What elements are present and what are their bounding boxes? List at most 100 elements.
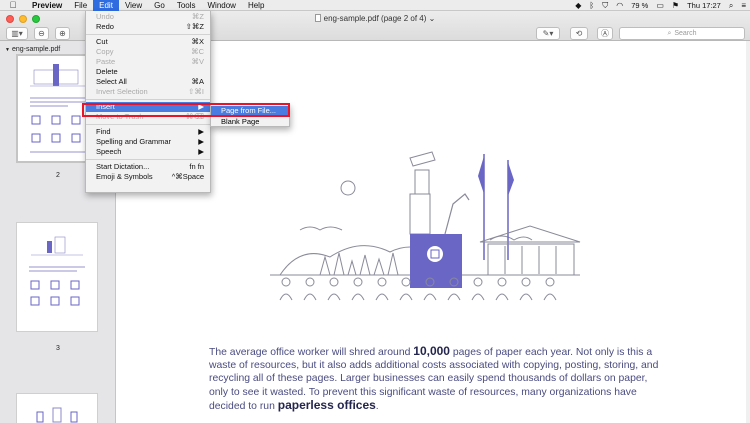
menu-item-invert-selection[interactable]: Invert Selection ⇧⌘I xyxy=(86,87,210,97)
battery-percent[interactable]: 79 % xyxy=(631,1,648,10)
edit-menu: Undo ⌘Z Redo ⇧⌘Z Cut ⌘X Copy ⌘C Paste ⌘V Dele… xyxy=(85,11,211,193)
menu-item-shortcut: ⌘X xyxy=(191,37,204,46)
menu-item-label: Undo xyxy=(96,12,114,21)
submenu-arrow-icon: ▶ xyxy=(198,147,204,156)
submenu-arrow-icon: ▶ xyxy=(198,127,204,136)
menu-separator xyxy=(86,124,210,125)
menubar:  Preview File Edit View Go Tools Window… xyxy=(0,0,750,11)
dropbox-icon[interactable]: ◆ xyxy=(575,1,581,10)
rotate-icon: ⟲ xyxy=(575,29,583,38)
menu-item-label: Cut xyxy=(96,37,108,46)
shield-icon[interactable]: ⛉ xyxy=(602,1,608,11)
search-icon: ⌕ xyxy=(667,29,672,37)
menu-item-shortcut: ⇧⌘Z xyxy=(185,22,204,31)
menu-go[interactable]: Go xyxy=(148,0,171,11)
sidebar-file-header[interactable]: ▼ eng-sample.pdf xyxy=(5,46,60,53)
menu-item-shortcut: ⌘Z xyxy=(191,12,204,21)
menu-item-spelling-grammar[interactable]: Spelling and Grammar ▶ xyxy=(86,137,210,147)
menu-item-label: Invert Selection xyxy=(96,87,148,96)
menu-item-label: Spelling and Grammar xyxy=(96,137,172,146)
insert-submenu: Page from File... Blank Page xyxy=(210,104,290,127)
menu-item-label: Insert xyxy=(96,102,115,111)
wifi-icon[interactable]: ◠ xyxy=(616,1,623,10)
menu-item-label: Move to Trash xyxy=(96,112,144,121)
menu-item-shortcut: ⌘A xyxy=(191,77,204,86)
markup-icon: Ⓐ xyxy=(601,29,609,38)
title-chevron-icon[interactable]: ⌄ xyxy=(429,14,436,23)
submenu-item-page-from-file[interactable]: Page from File... xyxy=(211,106,289,116)
menu-separator xyxy=(86,34,210,35)
page-number-3: 3 xyxy=(56,345,60,352)
search-placeholder: Search xyxy=(674,30,697,37)
sidebar-file-label: eng-sample.pdf xyxy=(11,46,61,53)
menu-item-label: Paste xyxy=(96,57,116,66)
page-thumbnail-3[interactable] xyxy=(16,222,98,332)
disclosure-triangle-icon[interactable]: ▼ xyxy=(5,47,10,53)
menu-item-label: Select All xyxy=(96,77,127,86)
menu-file[interactable]: File xyxy=(68,0,93,11)
menu-item-cut[interactable]: Cut ⌘X xyxy=(86,37,210,47)
paragraph-paperless-offices: paperless offices xyxy=(277,397,376,412)
markup-pen-button[interactable]: ✎▾ xyxy=(536,27,560,40)
menu-item-label: Speech xyxy=(96,147,122,156)
control-center-icon[interactable]: ≡ xyxy=(741,1,746,10)
menu-item-shortcut: ⌘V xyxy=(191,57,204,66)
menu-preview[interactable]: Preview xyxy=(26,0,68,11)
thumbnail-3-preview xyxy=(29,236,85,306)
window-title-text: eng-sample.pdf (page 2 of 4) xyxy=(323,14,427,23)
submenu-item-blank-page[interactable]: Blank Page xyxy=(211,117,289,127)
markup-toolbar-button[interactable]: Ⓐ xyxy=(597,27,613,40)
menu-item-label: Redo xyxy=(96,22,114,31)
menu-help[interactable]: Help xyxy=(242,0,270,11)
status-area: ◆ ᛒ ⛉ ◠ 79 % ▭ ⚑ Thu 17:27 ⌕ ≡ xyxy=(575,0,746,11)
search-input[interactable]: ⌕ Search xyxy=(619,27,745,40)
menu-item-label: Emoji & Symbols xyxy=(96,172,153,181)
pen-icon: ✎▾ xyxy=(542,29,554,38)
rotate-button[interactable]: ⟲ xyxy=(570,27,588,40)
menu-separator xyxy=(86,159,210,160)
menu-item-shortcut: ⌘⌫ xyxy=(185,112,204,121)
clock[interactable]: Thu 17:27 xyxy=(687,1,721,10)
menu-separator xyxy=(86,99,210,100)
submenu-arrow-icon: ▶ xyxy=(198,137,204,146)
page-thumbnail-4[interactable] xyxy=(16,393,98,423)
menu-tools[interactable]: Tools xyxy=(171,0,202,11)
zoom-out-icon: ⊖ xyxy=(38,29,45,38)
thumbnail-4-preview xyxy=(36,407,78,423)
spotlight-icon[interactable]: ⌕ xyxy=(729,1,733,11)
menu-item-find[interactable]: Find ▶ xyxy=(86,127,210,137)
menu-view[interactable]: View xyxy=(119,0,148,11)
zoom-in-icon: ⊕ xyxy=(59,29,66,38)
menu-window[interactable]: Window xyxy=(202,0,242,11)
menu-item-label: Find xyxy=(96,127,111,136)
submenu-arrow-icon: ▶ xyxy=(198,102,204,111)
flag-icon[interactable]: ⚑ xyxy=(672,1,679,10)
menu-item-delete[interactable]: Delete xyxy=(86,67,210,77)
menu-item-shortcut: ⌘C xyxy=(191,47,204,56)
apple-menu-icon[interactable]:  xyxy=(0,0,26,10)
menu-item-undo[interactable]: Undo ⌘Z xyxy=(86,12,210,22)
menu-item-copy[interactable]: Copy ⌘C xyxy=(86,47,210,57)
paragraph-part-3: . xyxy=(375,400,379,412)
menu-item-start-dictation[interactable]: Start Dictation... fn fn xyxy=(86,162,210,172)
menu-item-speech[interactable]: Speech ▶ xyxy=(86,147,210,157)
menu-item-redo[interactable]: Redo ⇧⌘Z xyxy=(86,22,210,32)
menu-item-paste[interactable]: Paste ⌘V xyxy=(86,57,210,67)
menu-item-shortcut: ⇧⌘I xyxy=(188,87,204,96)
bluetooth-icon[interactable]: ᛒ xyxy=(589,1,594,10)
battery-icon[interactable]: ▭ xyxy=(656,1,664,10)
paragraph-part-1: The average office worker will shred aro… xyxy=(209,347,414,358)
menu-item-move-to-trash[interactable]: Move to Trash ⌘⌫ xyxy=(86,112,210,122)
zoom-out-button[interactable]: ⊖ xyxy=(34,27,49,40)
sidebar-toggle-button[interactable]: ▥▾ xyxy=(6,27,28,40)
menu-item-select-all[interactable]: Select All ⌘A xyxy=(86,77,210,87)
menu-item-label: Copy xyxy=(96,47,114,56)
zoom-in-button[interactable]: ⊕ xyxy=(55,27,70,40)
scrollbar[interactable] xyxy=(746,41,750,423)
menu-item-label: Start Dictation... xyxy=(96,162,150,171)
menu-item-emoji-symbols[interactable]: Emoji & Symbols ^⌘Space xyxy=(86,172,210,182)
menu-item-shortcut: fn fn xyxy=(189,162,204,171)
sidebar-icon: ▥▾ xyxy=(11,29,23,38)
menu-item-insert[interactable]: Insert ▶ xyxy=(86,102,210,112)
menu-edit[interactable]: Edit xyxy=(93,0,119,11)
